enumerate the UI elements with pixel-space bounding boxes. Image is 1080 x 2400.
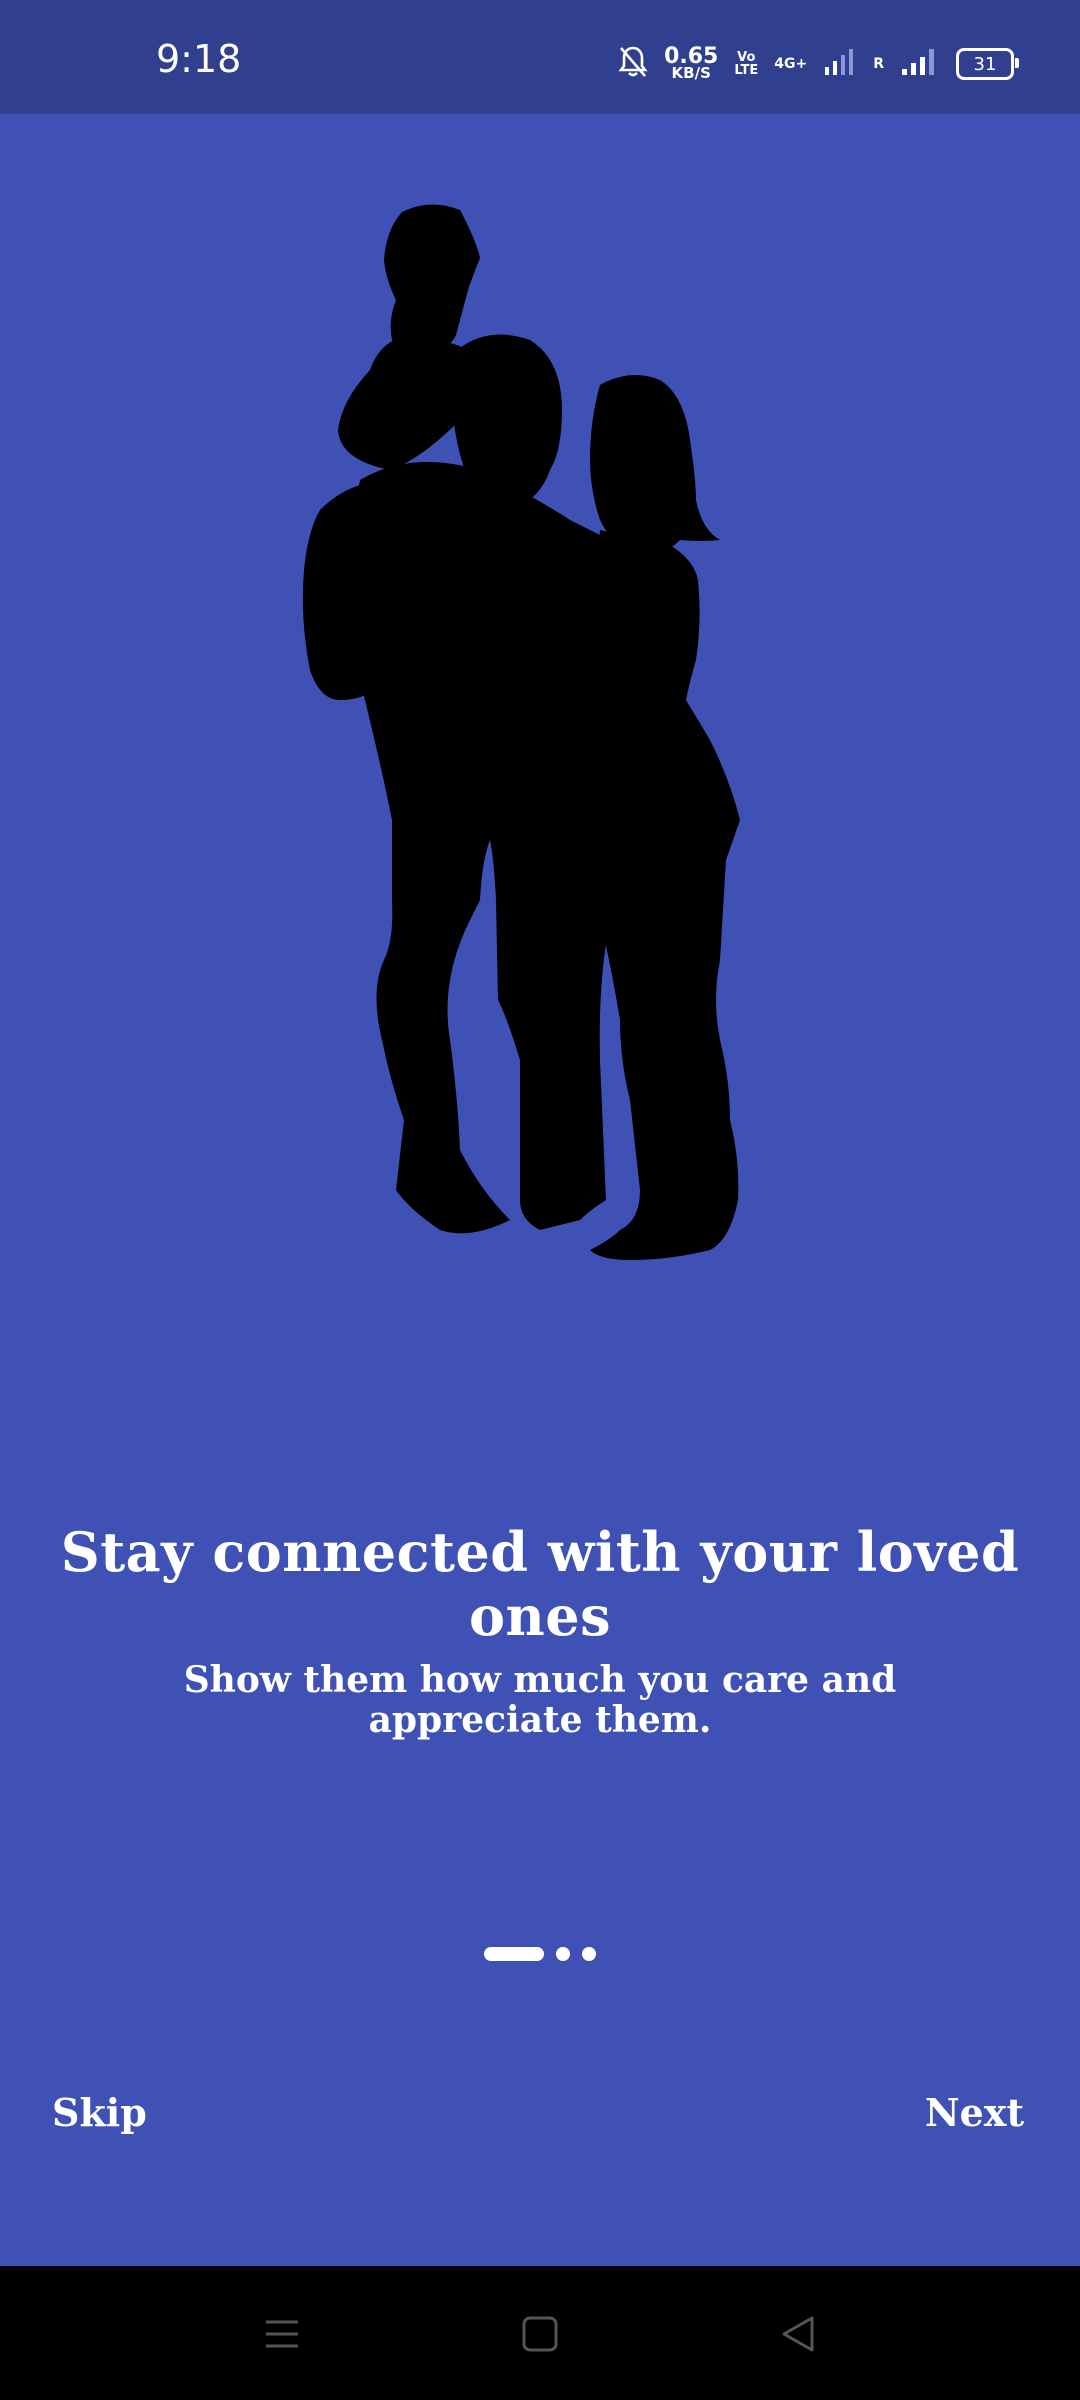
network-speed: 0.65 KB/S [664,46,718,83]
page-indicator [484,1947,596,1961]
skip-button[interactable]: Skip [52,2090,147,2135]
next-button[interactable]: Next [925,2090,1024,2135]
menu-icon[interactable] [252,2306,312,2362]
battery-icon: 31 [956,48,1019,80]
signal-icon [823,47,857,81]
page-dot [556,1947,570,1961]
system-navigation-bar [0,2266,1080,2400]
signal-icon [900,47,940,81]
volte-bottom: LTE [734,63,759,78]
status-time: 9:18 [156,37,242,81]
status-icons: 0.65 KB/S Vo LTE 4G+ R 31 [618,44,1019,84]
roaming-indicator: R [873,56,884,72]
page-dot-active [484,1947,544,1961]
back-icon[interactable] [768,2306,828,2362]
home-icon[interactable] [510,2306,570,2362]
family-silhouette-illustration [302,204,740,1260]
onboarding-screen: 9:18 0.65 KB/S Vo LTE 4G+ R 31 Stay conn… [0,0,1080,2400]
onboarding-subtitle: Show them how much you care and apprecia… [183,1659,897,1741]
page-dot [582,1947,596,1961]
mute-bell-icon [618,45,648,83]
status-bar: 9:18 0.65 KB/S Vo LTE 4G+ R 31 [0,0,1080,114]
network-type: 4G+ [774,56,808,72]
network-speed-unit: KB/S [671,64,711,83]
battery-level: 31 [973,53,997,75]
onboarding-headline: Stay connected with your loved ones [60,1520,1020,1648]
volte-indicator: Vo LTE [734,51,758,77]
